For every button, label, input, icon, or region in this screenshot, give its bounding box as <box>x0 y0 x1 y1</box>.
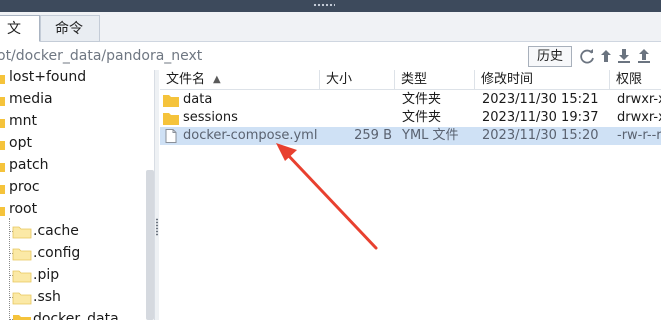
tree-item-label: media <box>9 91 53 107</box>
file-list: 文件名 ▲ 大小 类型 修改时间 权限 data 文件夹 2023/11/30 … <box>160 70 661 320</box>
tree-item-label: opt <box>9 135 32 151</box>
file-name: data <box>183 92 213 107</box>
path-input[interactable]: ot/docker_data/pandora_next <box>0 45 517 67</box>
tab-commands[interactable]: 命令 <box>40 15 100 42</box>
history-button[interactable]: 历史 <box>528 46 572 67</box>
sort-ascending-icon: ▲ <box>213 74 221 85</box>
file-row-docker-compose[interactable]: docker-compose.yml 259 B YML 文件 2023/11/… <box>160 127 661 145</box>
drag-grip-icon[interactable] <box>313 3 335 7</box>
folder-icon <box>0 141 5 150</box>
column-header-type[interactable]: 类型 <box>395 70 475 90</box>
folder-icon <box>0 119 5 128</box>
parent-folder-icon[interactable] <box>598 47 614 65</box>
file-mtime: 2023/11/30 19:37 <box>482 110 599 125</box>
file-perm: drwxr-xr-x <box>617 110 661 125</box>
file-list-header: 文件名 ▲ 大小 类型 修改时间 权限 <box>160 70 661 90</box>
tree-item-patch[interactable]: patch <box>0 154 146 176</box>
tab-bar: 文件 命令 <box>0 12 661 64</box>
tree-item-label: .ssh <box>33 289 61 305</box>
folder-icon <box>12 292 32 305</box>
file-size: 259 B <box>354 128 392 143</box>
folder-icon <box>12 248 32 261</box>
tree-item-ssh[interactable]: .ssh <box>0 286 146 308</box>
tab-files[interactable]: 文件 <box>0 15 40 64</box>
download-icon[interactable] <box>616 47 632 65</box>
folder-icon <box>0 163 5 172</box>
folder-icon <box>0 97 5 106</box>
tree-item-lost-found[interactable]: lost+found <box>0 66 146 88</box>
splitter-grip-icon[interactable] <box>156 218 158 236</box>
pane-splitter[interactable] <box>155 70 159 320</box>
file-mtime: 2023/11/30 15:21 <box>482 92 599 107</box>
folder-icon <box>163 95 179 107</box>
folder-icon <box>0 75 5 84</box>
file-type: 文件夹 <box>402 110 442 125</box>
file-row-sessions[interactable]: sessions 文件夹 2023/11/30 19:37 drwxr-xr-x <box>160 109 661 127</box>
file-type: YML 文件 <box>402 128 459 143</box>
tree-item-root[interactable]: root <box>0 198 146 220</box>
column-header-name[interactable]: 文件名 ▲ <box>160 70 320 90</box>
file-name: sessions <box>183 110 238 125</box>
tree-item-label: .config <box>33 245 81 261</box>
tree-item-media[interactable]: media <box>0 88 146 110</box>
file-mtime: 2023/11/30 15:20 <box>482 128 599 143</box>
tree-item-opt[interactable]: opt <box>0 132 146 154</box>
tree-item-config[interactable]: .config <box>0 242 146 264</box>
file-row-data[interactable]: data 文件夹 2023/11/30 15:21 drwxr-xr-x <box>160 91 661 109</box>
tree-item-label: docker_data <box>33 311 119 320</box>
tree-item-label: .pip <box>33 267 60 283</box>
column-header-size[interactable]: 大小 <box>320 70 395 90</box>
tree-item-label: root <box>9 201 38 217</box>
folder-icon <box>163 113 179 125</box>
column-header-mtime[interactable]: 修改时间 <box>475 70 610 90</box>
file-icon <box>165 129 177 143</box>
file-perm: -rw-r--r-- <box>617 128 661 143</box>
refresh-icon[interactable] <box>579 47 595 65</box>
file-name: docker-compose.yml <box>183 128 318 143</box>
folder-icon <box>12 270 32 283</box>
tree-item-label: mnt <box>9 113 37 129</box>
column-label-name: 文件名 <box>166 72 206 87</box>
folder-icon <box>0 207 5 216</box>
folder-icon <box>13 315 31 320</box>
tree-item-mnt[interactable]: mnt <box>0 110 146 132</box>
folder-icon <box>0 185 5 194</box>
tree-item-pip[interactable]: .pip <box>0 264 146 286</box>
tree-item-cache[interactable]: .cache <box>0 220 146 242</box>
folder-icon <box>12 226 32 239</box>
directory-tree: lost+found media mnt opt patch proc root… <box>0 69 155 320</box>
upload-icon[interactable] <box>636 47 652 65</box>
file-perm: drwxr-xr-x <box>617 92 661 107</box>
tree-item-label: .cache <box>33 223 79 239</box>
file-type: 文件夹 <box>402 92 442 107</box>
tree-item-label: lost+found <box>9 69 87 85</box>
tree-item-proc[interactable]: proc <box>0 176 146 198</box>
window-top-strip <box>0 0 661 12</box>
tree-scrollbar[interactable] <box>146 170 154 320</box>
tree-item-label: patch <box>9 157 49 173</box>
tree-item-docker-data[interactable]: docker_data <box>0 308 146 320</box>
column-header-perm[interactable]: 权限 <box>610 70 661 90</box>
tree-item-label: proc <box>9 179 40 195</box>
